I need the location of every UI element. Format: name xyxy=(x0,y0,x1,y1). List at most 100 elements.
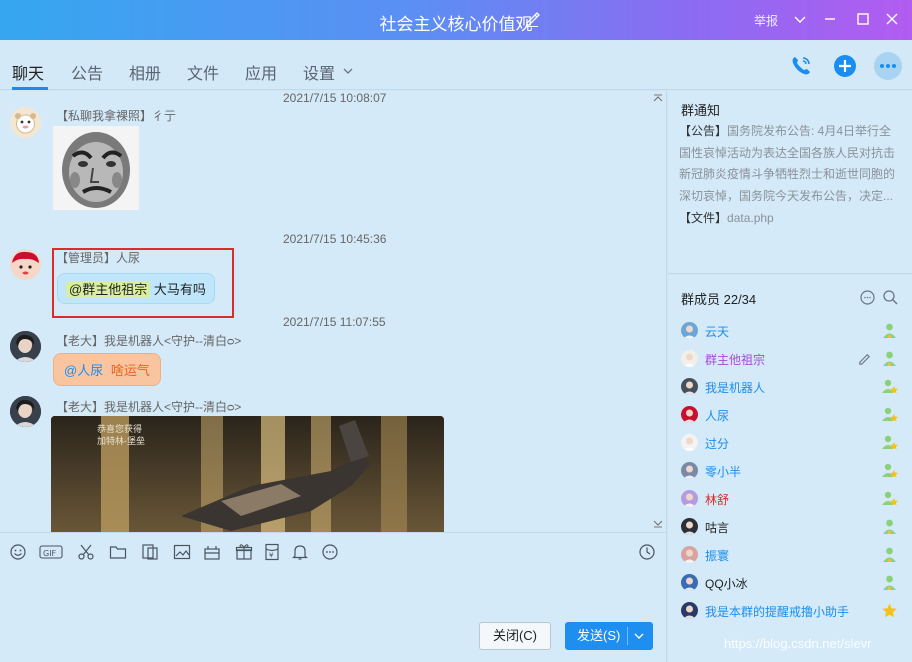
history-icon[interactable] xyxy=(638,543,656,561)
screenshot-icon[interactable] xyxy=(141,543,159,561)
member-avatar[interactable] xyxy=(681,350,698,367)
gif-icon[interactable]: GIF xyxy=(39,543,63,561)
member-user-icon xyxy=(883,323,896,338)
more-icon[interactable] xyxy=(321,543,339,561)
member-name: 振寰 xyxy=(705,549,730,563)
maximize-icon[interactable] xyxy=(855,11,871,27)
member-item[interactable]: QQ小冰 xyxy=(668,569,912,597)
image-caption: 加特林-堡垒 xyxy=(97,436,145,446)
member-avatar[interactable] xyxy=(681,378,698,395)
tab-files[interactable]: 文件 xyxy=(187,60,219,84)
phone-call-icon[interactable] xyxy=(787,52,815,80)
edit-title-icon[interactable] xyxy=(524,11,540,27)
member-name: 群主他祖宗 xyxy=(705,353,766,367)
member-avatar[interactable] xyxy=(681,518,698,535)
member-name: 林舒 xyxy=(705,493,730,507)
member-user-icon xyxy=(883,575,896,590)
member-item[interactable]: 过分 xyxy=(668,429,912,457)
red-packet-icon[interactable]: ¥ xyxy=(263,543,281,561)
message-sender: 【老大】我是机器人<守护--清白ᴑ> xyxy=(56,334,242,348)
file-tag: 【文件】 xyxy=(679,211,728,225)
member-item[interactable]: 林舒 xyxy=(668,485,912,513)
member-item[interactable]: 我是本群的提醒戒撸小助手 xyxy=(668,597,912,625)
member-name: 我是本群的提醒戒撸小助手 xyxy=(705,605,850,619)
scissors-icon[interactable] xyxy=(77,543,95,561)
member-name: 人尿 xyxy=(705,409,730,423)
member-item[interactable]: 咕言 xyxy=(668,513,912,541)
announcement-text[interactable]: 【公告】国务院发布公告: 4月4日举行全国性哀悼活动为表达全国各族人民对抗击新冠… xyxy=(679,121,901,207)
member-avatar[interactable] xyxy=(681,434,698,451)
scroll-up-icon[interactable] xyxy=(652,93,664,103)
image-icon[interactable] xyxy=(173,543,191,561)
member-search-icon[interactable] xyxy=(882,289,899,306)
tab-apps[interactable]: 应用 xyxy=(245,60,277,84)
avatar[interactable] xyxy=(10,396,41,427)
chevron-down-icon[interactable] xyxy=(792,11,808,27)
member-item[interactable]: 人尿 xyxy=(668,401,912,429)
present-icon[interactable] xyxy=(235,543,253,561)
more-options-icon[interactable] xyxy=(873,51,903,81)
avatar[interactable] xyxy=(10,331,41,362)
close-button[interactable]: 关闭(C) xyxy=(479,622,551,650)
send-label: 发送(S) xyxy=(577,628,621,643)
message-timestamp: 2021/7/15 10:45:36 xyxy=(283,232,387,246)
settings-chevron-icon[interactable] xyxy=(342,65,354,77)
tab-bar: 聊天 公告 相册 文件 应用 设置 xyxy=(0,40,912,90)
members-title: 群成员 22/34 xyxy=(681,292,757,307)
member-item[interactable]: 振寰 xyxy=(668,541,912,569)
report-link[interactable]: 举报 xyxy=(754,12,778,29)
member-name: 我是机器人 xyxy=(705,381,766,395)
member-avatar[interactable] xyxy=(681,322,698,339)
folder-icon[interactable] xyxy=(109,543,127,561)
message-timestamp: 2021/7/15 11:07:55 xyxy=(283,315,386,329)
avatar[interactable] xyxy=(10,107,41,138)
send-button[interactable]: 发送(S) xyxy=(565,622,653,650)
svg-text:GIF: GIF xyxy=(43,549,57,558)
member-avatar[interactable] xyxy=(681,602,698,619)
member-level-star-icon xyxy=(882,407,898,422)
member-name: 零小半 xyxy=(705,465,742,479)
tab-settings[interactable]: 设置 xyxy=(303,60,335,84)
game-image[interactable]: 恭喜您获得 加特林-堡垒 xyxy=(51,416,444,532)
member-avatar[interactable] xyxy=(681,574,698,591)
member-item[interactable]: 群主他祖宗 xyxy=(668,345,912,373)
emoji-icon[interactable] xyxy=(9,543,27,561)
send-options-chevron-icon[interactable] xyxy=(633,630,645,642)
member-avatar[interactable] xyxy=(681,462,698,479)
add-icon[interactable] xyxy=(831,52,859,80)
member-name: 云天 xyxy=(705,325,730,339)
tab-chat[interactable]: 聊天 xyxy=(12,60,44,84)
member-avatar[interactable] xyxy=(681,406,698,423)
close-icon[interactable] xyxy=(884,11,900,27)
gift-box-icon[interactable] xyxy=(203,543,221,561)
member-name: 过分 xyxy=(705,437,730,451)
scroll-down-icon[interactable] xyxy=(652,519,664,529)
member-chat-icon[interactable] xyxy=(859,289,876,306)
message-bubble[interactable]: @人尿 啥运气 xyxy=(53,353,161,386)
tab-announcement[interactable]: 公告 xyxy=(71,60,103,84)
member-name: 咕言 xyxy=(705,521,730,535)
message-text: 啥运气 xyxy=(110,363,150,378)
member-avatar[interactable] xyxy=(681,546,698,563)
member-name: QQ小冰 xyxy=(705,577,748,591)
member-level-star-icon xyxy=(882,435,898,450)
avatar[interactable] xyxy=(10,249,41,280)
watermark-text: https://blog.csdn.net/slevr xyxy=(724,636,872,651)
bell-icon[interactable] xyxy=(291,543,309,561)
message-sender: 【私聊我拿裸照】彳亍 xyxy=(56,109,177,123)
member-item[interactable]: 云天 xyxy=(668,317,912,345)
edit-member-icon[interactable] xyxy=(857,351,872,366)
group-members-panel: 群成员 22/34 云天群主他祖宗我是机器人人尿过分零小半林舒咕言振寰 QQ小冰我… xyxy=(668,275,912,662)
member-avatar[interactable] xyxy=(681,490,698,507)
message-input-area[interactable]: GIF ¥ 关闭(C) 发送(S) xyxy=(0,532,667,662)
member-user-icon xyxy=(883,547,896,562)
minimize-icon[interactable] xyxy=(822,11,838,27)
mention-tag[interactable]: @人尿 xyxy=(64,363,103,378)
member-item[interactable]: 零小半 xyxy=(668,457,912,485)
tab-album[interactable]: 相册 xyxy=(129,60,161,84)
notice-file[interactable]: 【文件】data.php xyxy=(679,209,774,226)
announcement-tag: 【公告】 xyxy=(679,124,728,138)
sticker-image[interactable] xyxy=(53,126,139,210)
message-timestamp: 2021/7/15 10:08:07 xyxy=(283,91,387,105)
member-item[interactable]: 我是机器人 xyxy=(668,373,912,401)
